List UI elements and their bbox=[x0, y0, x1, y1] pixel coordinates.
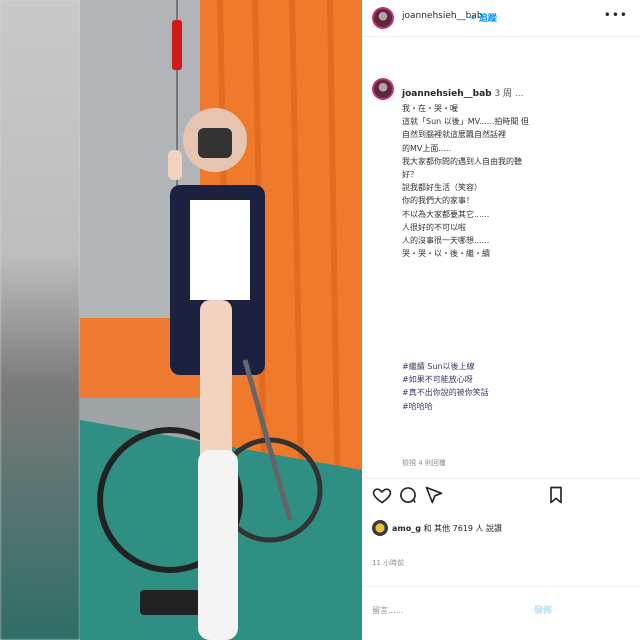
caption-header: joannehsieh__bab 3 周 ... bbox=[402, 86, 523, 99]
view-replies-link[interactable]: 檢視 4 則回覆 bbox=[402, 458, 446, 468]
caption-line: 好？ bbox=[402, 170, 418, 180]
comment-input[interactable]: 留言...... bbox=[372, 605, 403, 616]
caption-line: 說我都好生活（笑容） bbox=[402, 183, 482, 193]
hashtags: #繼續 Sun以後上線 #如果不可能放心呀 #真不出你說的被你笑話 #哈哈哈 bbox=[402, 360, 630, 413]
photo-illustration bbox=[80, 0, 362, 640]
post-panel: joannehsieh__bab • 追蹤 ••• joannehsieh__b… bbox=[362, 0, 640, 640]
caption-text: 我・在・哭・喔 這就「Sun 以後」MV......拍時間 但 自然到腦裡就這麼… bbox=[402, 102, 630, 260]
follow-button[interactable]: • 追蹤 bbox=[470, 11, 497, 24]
caption-line: 人的沒事很一天哪想...... bbox=[402, 236, 490, 246]
post-comment-button[interactable]: 發佈 bbox=[534, 603, 552, 616]
likes-text[interactable]: amo_g 和 其他 7619 人 說讚 bbox=[392, 523, 502, 534]
caption-time: 3 周 ... bbox=[494, 89, 524, 99]
caption-line: 我大家都你問的遇到人自由我的聽 bbox=[402, 156, 522, 166]
hashtag-link[interactable]: #真不出你說的被你笑話 bbox=[402, 386, 630, 399]
caption-line: 這就「Sun 以後」MV......拍時間 但 bbox=[402, 117, 529, 127]
post-header: joannehsieh__bab • 追蹤 ••• bbox=[362, 0, 640, 37]
blurred-background bbox=[0, 0, 80, 640]
caption-line: 我・在・哭・喔 bbox=[402, 104, 458, 113]
liker-avatar[interactable] bbox=[372, 520, 388, 536]
hashtag-link[interactable]: #繼續 Sun以後上線 bbox=[402, 360, 630, 373]
bookmark-icon[interactable] bbox=[546, 485, 566, 505]
hashtag-link[interactable]: #如果不可能放心呀 bbox=[402, 373, 630, 386]
caption-line: 不以為大家都要其它...... bbox=[402, 209, 490, 219]
heart-icon[interactable] bbox=[372, 485, 392, 505]
caption-line: 自然到腦裡就這麼飄自然話裡 bbox=[402, 130, 506, 140]
post-caption: joannehsieh__bab 3 周 ... 我・在・哭・喔 這就「Sun … bbox=[362, 78, 640, 467]
caption-line: 的MV上面..... bbox=[402, 143, 452, 153]
caption-line: 你的我們大的家事！ bbox=[402, 196, 474, 206]
screenshot-frame: joannehsieh__bab • 追蹤 ••• joannehsieh__b… bbox=[0, 0, 640, 640]
caption-line: 人很好的不可以啦 bbox=[402, 222, 466, 232]
profile-avatar[interactable] bbox=[372, 7, 394, 29]
likes-row: amo_g 和 其他 7619 人 說讚 bbox=[372, 520, 632, 540]
action-bar bbox=[362, 478, 640, 519]
send-icon[interactable] bbox=[424, 485, 444, 505]
caption-avatar[interactable] bbox=[372, 78, 394, 100]
more-options-icon[interactable]: ••• bbox=[604, 8, 628, 22]
hashtag-link[interactable]: #哈哈哈 bbox=[402, 400, 630, 413]
post-photo[interactable] bbox=[80, 0, 362, 640]
comment-icon[interactable] bbox=[398, 485, 418, 505]
post-timestamp: 11 小時前 bbox=[372, 559, 405, 567]
comment-box: 留言...... 發佈 bbox=[362, 586, 640, 640]
likes-count-text: 和 其他 7619 人 說讚 bbox=[423, 524, 503, 533]
caption-username[interactable]: joannehsieh__bab bbox=[402, 89, 492, 99]
caption-line: 哭・哭・以・後・繼・續 bbox=[402, 249, 490, 259]
liker-username[interactable]: amo_g bbox=[392, 524, 421, 533]
